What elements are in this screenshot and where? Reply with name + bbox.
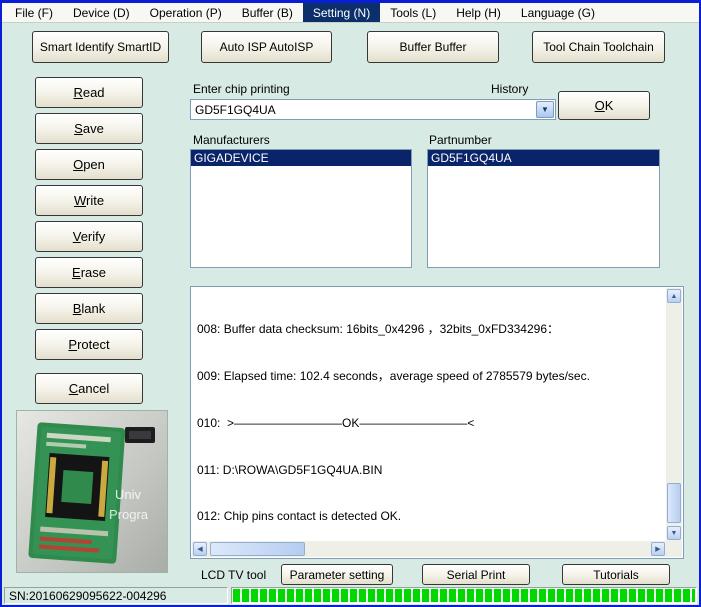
menu-operation[interactable]: Operation (P): [140, 3, 232, 22]
menu-device[interactable]: Device (D): [63, 3, 140, 22]
blank-label: Blank: [36, 301, 142, 316]
svg-text:Progra: Progra: [109, 507, 149, 522]
history-label: History: [491, 82, 528, 96]
partnumber-label: Partnumber: [429, 133, 492, 147]
menu-language[interactable]: Language (G): [511, 3, 605, 22]
ok-button[interactable]: OK: [558, 91, 650, 120]
cancel-label: Cancel: [36, 381, 142, 396]
erase-label: Erase: [36, 265, 142, 280]
read-button[interactable]: Read: [35, 77, 143, 108]
write-label: Write: [36, 193, 142, 208]
menu-file[interactable]: File (F): [5, 3, 63, 22]
read-label: Read: [36, 85, 142, 100]
chip-combobox[interactable]: GD5F1GQ4UA ▼: [190, 99, 556, 120]
buffer-button[interactable]: Buffer Buffer: [367, 31, 499, 63]
save-label: Save: [36, 121, 142, 136]
manufacturers-listbox[interactable]: GIGADEVICE: [190, 149, 412, 268]
log-panel[interactable]: 008: Buffer data checksum: 16bits_0x4296…: [190, 286, 684, 559]
auto-isp-button[interactable]: Auto ISP AutoISP: [201, 31, 332, 63]
open-button[interactable]: Open: [35, 149, 143, 180]
enter-chip-label: Enter chip printing: [193, 82, 290, 96]
blank-button[interactable]: Blank: [35, 293, 143, 324]
log-line: 008: Buffer data checksum: 16bits_0x4296…: [197, 322, 665, 338]
scroll-left-icon[interactable]: ◀: [193, 542, 207, 556]
log-text: 008: Buffer data checksum: 16bits_0x4296…: [193, 291, 665, 540]
menu-buffer[interactable]: Buffer (B): [232, 3, 303, 22]
parameter-setting-button[interactable]: Parameter setting: [281, 564, 393, 585]
serial-print-button[interactable]: Serial Print: [422, 564, 530, 585]
scroll-up-icon[interactable]: ▲: [667, 289, 681, 303]
progress-panel: [231, 587, 697, 604]
progress-bar: [233, 589, 695, 602]
serial-number-text: SN:20160629095622-004296: [9, 589, 166, 603]
smart-identify-button[interactable]: Smart Identify SmartID: [32, 31, 169, 63]
chevron-down-icon: ▼: [541, 105, 549, 114]
combo-dropdown-button[interactable]: ▼: [536, 101, 554, 118]
cancel-button[interactable]: Cancel: [35, 373, 143, 404]
serial-number-panel: SN:20160629095622-004296: [4, 587, 228, 604]
menu-bar: File (F) Device (D) Operation (P) Buffer…: [2, 3, 699, 23]
device-photo: Univ Progra: [16, 410, 168, 573]
scrollbar-corner: [666, 541, 682, 557]
verify-label: Verify: [36, 229, 142, 244]
protect-label: Protect: [36, 337, 142, 352]
svg-text:Univ: Univ: [115, 487, 142, 502]
scroll-right-icon[interactable]: ▶: [651, 542, 665, 556]
erase-button[interactable]: Erase: [35, 257, 143, 288]
log-horizontal-scrollbar[interactable]: ◀ ▶: [192, 541, 666, 557]
verify-button[interactable]: Verify: [35, 221, 143, 252]
open-label: Open: [36, 157, 142, 172]
log-vertical-scrollbar[interactable]: ▲ ▼: [666, 288, 682, 541]
chip-combobox-value: GD5F1GQ4UA: [195, 103, 276, 117]
log-line: 012: Chip pins contact is detected OK.: [197, 509, 665, 525]
manufacturer-item[interactable]: GIGADEVICE: [191, 150, 411, 166]
menu-help[interactable]: Help (H): [446, 3, 511, 22]
log-line: 009: Elapsed time: 102.4 seconds，average…: [197, 369, 665, 385]
save-button[interactable]: Save: [35, 113, 143, 144]
partnumber-item[interactable]: GD5F1GQ4UA: [428, 150, 659, 166]
scroll-down-icon[interactable]: ▼: [667, 526, 681, 540]
lcd-tv-tool-label: LCD TV tool: [201, 568, 266, 582]
write-button[interactable]: Write: [35, 185, 143, 216]
menu-tools[interactable]: Tools (L): [380, 3, 446, 22]
menu-setting[interactable]: Setting (N): [303, 3, 380, 22]
protect-button[interactable]: Protect: [35, 329, 143, 360]
vertical-scroll-thumb[interactable]: [667, 483, 681, 523]
tool-chain-button[interactable]: Tool Chain Toolchain: [532, 31, 665, 63]
status-bar: SN:20160629095622-004296: [2, 586, 699, 605]
programmer-window: File (F) Device (D) Operation (P) Buffer…: [0, 0, 701, 607]
manufacturers-label: Manufacturers: [193, 133, 270, 147]
partnumber-listbox[interactable]: GD5F1GQ4UA: [427, 149, 660, 268]
horizontal-scroll-thumb[interactable]: [210, 542, 305, 556]
ok-label: OK: [559, 98, 649, 113]
tutorials-button[interactable]: Tutorials: [562, 564, 670, 585]
log-line: 011: D:\ROWA\GD5F1GQ4UA.BIN: [197, 463, 665, 479]
log-line: 010: >―――――――――OK―――――――――<: [197, 416, 665, 432]
